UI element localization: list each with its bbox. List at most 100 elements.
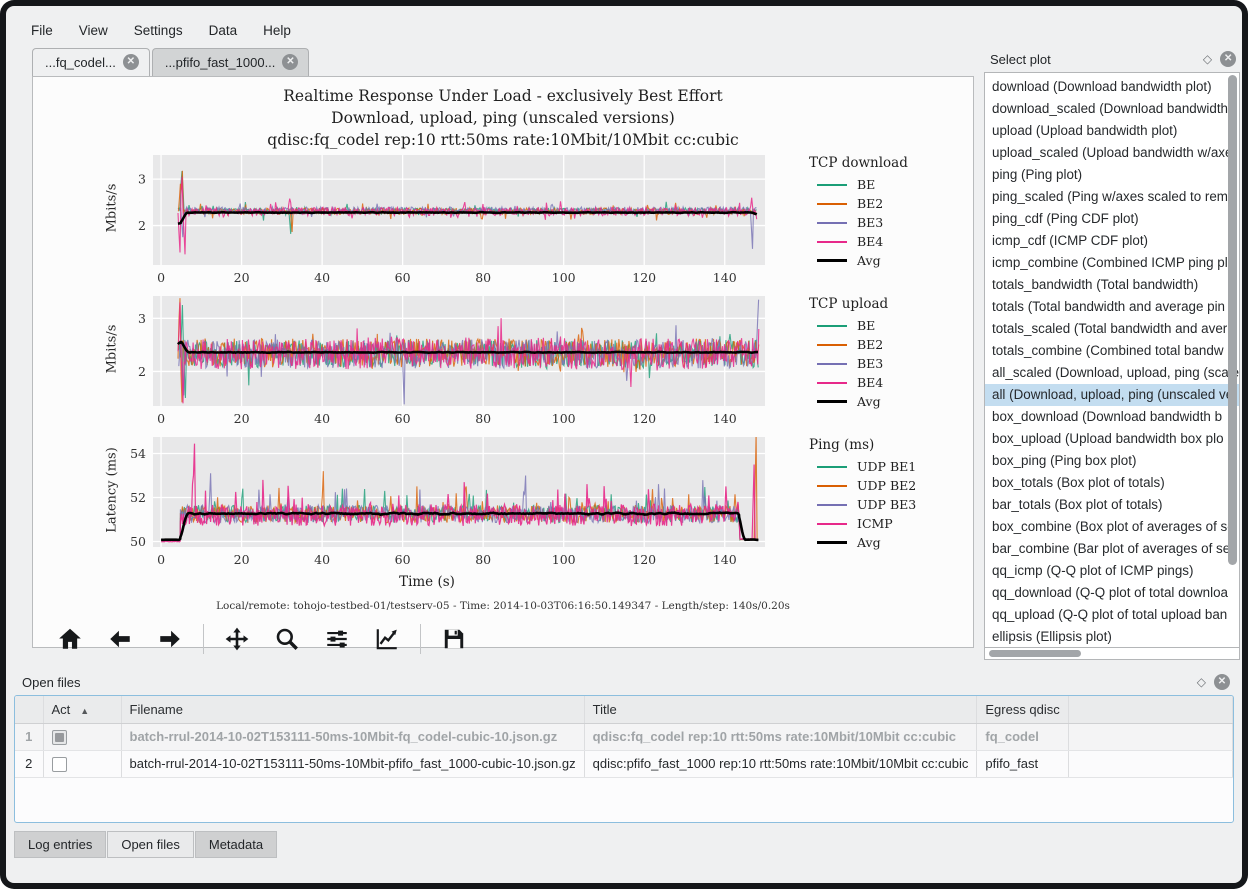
svg-text:50: 50 [130,534,146,549]
plot-list-item[interactable]: totals_scaled (Total bandwidth and aver [985,318,1239,340]
plot-list-item[interactable]: box_ping (Ping box plot) [985,450,1239,472]
pan-button[interactable] [216,622,258,656]
plot-list-item[interactable]: download (Download bandwidth plot) [985,76,1239,98]
svg-text:3: 3 [138,172,146,187]
filename-column-header[interactable]: Filename [121,696,584,723]
close-tab-icon[interactable]: ✕ [282,54,298,70]
plot-list-item[interactable]: totals (Total bandwidth and average pin [985,296,1239,318]
document-tab[interactable]: ...pfifo_fast_1000...✕ [152,48,310,76]
row-number: 2 [15,750,43,777]
figure-footer: Local/remote: tohojo-testbed-01/testserv… [33,600,973,612]
qdisc-column-header[interactable]: Egress qdisc [977,696,1068,723]
upload-legend: TCP uploadBEBE2BE3BE4Avg [783,294,955,411]
document-tab[interactable]: ...fq_codel...✕ [32,48,150,76]
plot-list-item[interactable]: ellipsis (Ellipsis plot) [985,626,1239,648]
svg-text:100: 100 [552,552,576,567]
plot-list-item[interactable]: totals_bandwidth (Total bandwidth) [985,274,1239,296]
axes-options-button[interactable] [366,622,408,656]
horizontal-scrollbar[interactable] [984,648,1240,660]
svg-text:40: 40 [314,411,330,426]
legend-entry: UDP BE3 [803,495,955,514]
table-row[interactable]: 2batch-rrul-2014-10-02T153111-50ms-10Mbi… [15,750,1233,777]
plot-list-item[interactable]: box_combine (Box plot of averages of se [985,516,1239,538]
title-column-header[interactable]: Title [584,696,977,723]
plot-list-item[interactable]: qq_upload (Q-Q plot of total upload ban [985,604,1239,626]
plot-list-item[interactable]: box_totals (Box plot of totals) [985,472,1239,494]
close-panel-icon[interactable]: ✕ [1220,51,1236,67]
close-tab-icon[interactable]: ✕ [123,54,139,70]
close-panel-icon[interactable]: ✕ [1214,674,1230,690]
plot-list-item[interactable]: bar_totals (Box plot of totals) [985,494,1239,516]
menu-item-data[interactable]: Data [198,18,249,43]
bottom-tab-log-entries[interactable]: Log entries [14,831,106,858]
plot-list-item[interactable]: icmp_cdf (ICMP CDF plot) [985,230,1239,252]
select-plot-title: Select plot [990,52,1203,67]
configure-subplots-button[interactable] [316,622,358,656]
active-checkbox[interactable] [52,757,67,772]
menu-item-file[interactable]: File [20,18,64,43]
zoom-button[interactable] [266,622,308,656]
plot-list-item[interactable]: box_download (Download bandwidth b [985,406,1239,428]
svg-text:40: 40 [314,552,330,567]
x-axis-label: Time (s) [121,574,733,590]
plot-list-item[interactable]: upload_scaled (Upload bandwidth w/axe [985,142,1239,164]
bottom-tab-metadata[interactable]: Metadata [195,831,277,858]
legend-label: BE2 [857,196,883,211]
plot-list-item[interactable]: download_scaled (Download bandwidth [985,98,1239,120]
plot-list-item[interactable]: ping_scaled (Ping w/axes scaled to remo [985,186,1239,208]
menu-item-view[interactable]: View [68,18,119,43]
table-row[interactable]: 1batch-rrul-2014-10-02T153111-50ms-10Mbi… [15,723,1233,750]
download-legend: TCP downloadBEBE2BE3BE4Avg [783,153,955,270]
horizontal-scrollbar-thumb[interactable] [989,650,1081,657]
vertical-scrollbar[interactable] [1228,75,1237,645]
subplot-upload: Mbits/s 23020406080100120140 TCP uploadB… [33,294,973,433]
download-plot-canvas[interactable]: 23020406080100120140 [121,153,783,292]
plot-list-item[interactable]: all (Download, upload, ping (unscaled ve [985,384,1239,406]
svg-text:60: 60 [395,270,411,285]
upload-plot-canvas[interactable]: 23020406080100120140 [121,294,783,433]
svg-text:3: 3 [138,311,146,326]
plot-list-item[interactable]: icmp_combine (Combined ICMP ping plo [985,252,1239,274]
svg-text:140: 140 [713,270,737,285]
svg-text:0: 0 [157,552,165,567]
menu-item-help[interactable]: Help [252,18,302,43]
float-panel-icon[interactable]: ◇ [1203,52,1212,66]
filename-cell: batch-rrul-2014-10-02T153111-50ms-10Mbit… [121,723,584,750]
plot-list-item[interactable]: qq_icmp (Q-Q plot of ICMP pings) [985,560,1239,582]
plot-list-item[interactable]: ping_cdf (Ping CDF plot) [985,208,1239,230]
legend-label: BE4 [857,234,883,249]
legend-entry: ICMP [803,514,955,533]
vertical-scrollbar-thumb[interactable] [1228,75,1237,565]
plot-list-item[interactable]: qq_download (Q-Q plot of total downloa [985,582,1239,604]
plot-list-item[interactable]: all_scaled (Download, upload, ping (scal… [985,362,1239,384]
ping-legend: Ping (ms)UDP BE1UDP BE2UDP BE3ICMPAvg [783,435,955,552]
bottom-tab-open-files[interactable]: Open files [107,831,194,858]
act-column-header[interactable]: Act▲ [43,696,121,723]
plot-list-item[interactable]: totals_combine (Combined total bandw [985,340,1239,362]
back-button[interactable] [99,622,141,656]
legend-label: ICMP [857,516,893,531]
legend-swatch [817,485,847,487]
legend-swatch [817,222,847,224]
plot-list-item[interactable]: box_upload (Upload bandwidth box plo [985,428,1239,450]
plot-list-item[interactable]: upload (Upload bandwidth plot) [985,120,1239,142]
forward-button[interactable] [149,622,191,656]
select-plot-panel: Select plot ◇ ✕ download (Download bandw… [984,46,1240,660]
save-button[interactable] [433,622,475,656]
plot-list-item[interactable]: bar_combine (Bar plot of averages of sev [985,538,1239,560]
svg-text:120: 120 [632,270,656,285]
title-cell: qdisc:pfifo_fast_1000 rep:10 rtt:50ms ra… [584,750,977,777]
legend-entry: BE [803,175,955,194]
float-panel-icon[interactable]: ◇ [1197,675,1206,689]
svg-text:80: 80 [475,411,491,426]
plot-list-item[interactable]: ping (Ping plot) [985,164,1239,186]
svg-text:60: 60 [395,552,411,567]
menu-bar: FileViewSettingsDataHelp [6,6,1242,46]
open-files-table-container: Act▲ Filename Title Egress qdisc 1batch-… [14,695,1234,823]
home-button[interactable] [49,622,91,656]
active-checkbox [52,730,67,745]
menu-item-settings[interactable]: Settings [123,18,194,43]
ping-plot-canvas[interactable]: 505254020406080100120140 [121,435,783,574]
toolbar-separator [203,624,204,654]
subplot-ping: Latency (ms) 505254020406080100120140 Pi… [33,435,973,574]
